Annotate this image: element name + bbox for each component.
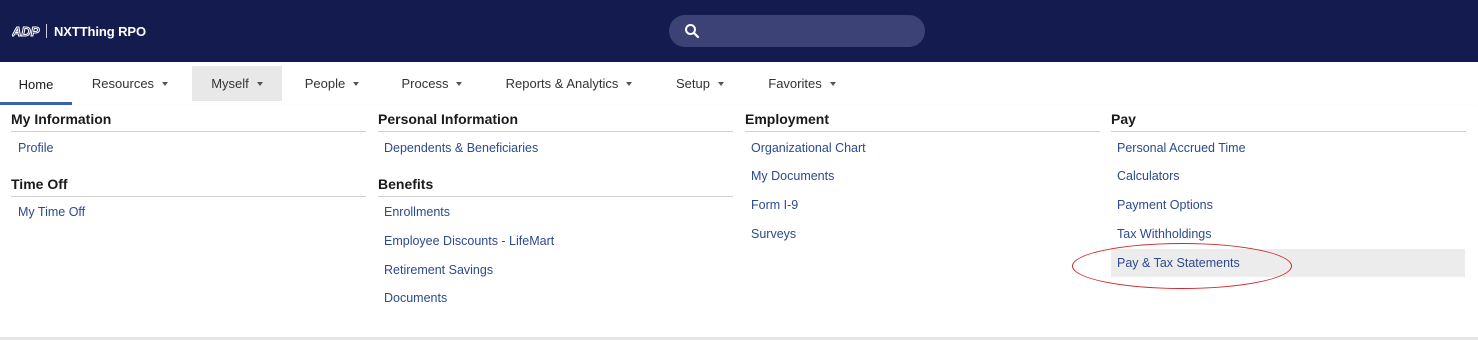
menu-link-retirement-savings[interactable]: Retirement Savings [384, 263, 493, 277]
logo-divider [46, 24, 47, 38]
menu-link-tax-withholdings[interactable]: Tax Withholdings [1117, 227, 1212, 241]
menu-link-organizational-chart[interactable]: Organizational Chart [751, 141, 866, 155]
company-name: NXTThing RPO [54, 23, 146, 39]
adp-logo-icon: ADP [12, 24, 40, 38]
nav-people[interactable]: People [294, 66, 370, 101]
nav-resources-label: Resources [91, 76, 155, 91]
chevron-down-icon [256, 82, 263, 86]
chevron-down-icon [626, 82, 633, 86]
nav-people-label: People [304, 76, 346, 91]
chevron-down-icon [456, 82, 463, 86]
menu-link-my-documents[interactable]: My Documents [751, 169, 834, 183]
nav-myself-label: Myself [211, 76, 249, 91]
chevron-down-icon [829, 82, 836, 86]
nav-process-label: Process [401, 76, 449, 91]
main-nav: Home Resources Myself People Process Rep… [0, 62, 1478, 105]
section-title-personal-information: Personal Information [378, 111, 733, 132]
menu-link-employee-discounts[interactable]: Employee Discounts - LifeMart [384, 234, 554, 248]
nav-home-label: Home [18, 76, 54, 92]
menu-link-surveys[interactable]: Surveys [751, 227, 796, 241]
menu-link-enrollments[interactable]: Enrollments [384, 205, 450, 219]
chevron-down-icon [717, 82, 724, 86]
chevron-down-icon [162, 82, 169, 86]
menu-link-form-i9[interactable]: Form I-9 [751, 198, 798, 212]
menu-link-profile[interactable]: Profile [18, 141, 53, 155]
menu-link-pay-tax-statements[interactable]: Pay & Tax Statements [1111, 249, 1465, 277]
nav-setup[interactable]: Setup [666, 66, 734, 101]
svg-text:ADP: ADP [12, 24, 40, 38]
nav-reports-analytics-label: Reports & Analytics [505, 76, 619, 91]
search-icon [685, 24, 700, 39]
myself-dropdown-panel [0, 105, 1478, 340]
section-title-employment: Employment [745, 111, 1100, 132]
nav-setup-label: Setup [676, 76, 710, 91]
menu-link-dependents-beneficiaries[interactable]: Dependents & Beneficiaries [384, 141, 538, 155]
search-bar[interactable] [669, 15, 925, 47]
chevron-down-icon [353, 82, 360, 86]
menu-link-calculators[interactable]: Calculators [1117, 169, 1180, 183]
section-title-pay: Pay [1111, 111, 1466, 132]
nav-favorites-label: Favorites [768, 76, 822, 91]
menu-link-personal-accrued-time[interactable]: Personal Accrued Time [1117, 141, 1246, 155]
brand[interactable]: ADP NXTThing RPO [12, 22, 146, 40]
search-input[interactable] [711, 15, 911, 47]
section-title-time-off: Time Off [11, 176, 366, 197]
section-title-my-information: My Information [11, 111, 366, 132]
menu-link-documents[interactable]: Documents [384, 291, 447, 305]
nav-process[interactable]: Process [392, 66, 472, 101]
nav-home[interactable]: Home [0, 66, 72, 105]
top-header: ADP NXTThing RPO [0, 0, 1478, 62]
menu-link-payment-options[interactable]: Payment Options [1117, 198, 1213, 212]
menu-link-my-time-off[interactable]: My Time Off [18, 205, 85, 219]
nav-reports-analytics[interactable]: Reports & Analytics [495, 66, 643, 101]
section-title-benefits: Benefits [378, 176, 733, 197]
nav-favorites[interactable]: Favorites [758, 66, 846, 101]
nav-resources[interactable]: Resources [80, 66, 180, 101]
nav-myself[interactable]: Myself [192, 66, 282, 101]
